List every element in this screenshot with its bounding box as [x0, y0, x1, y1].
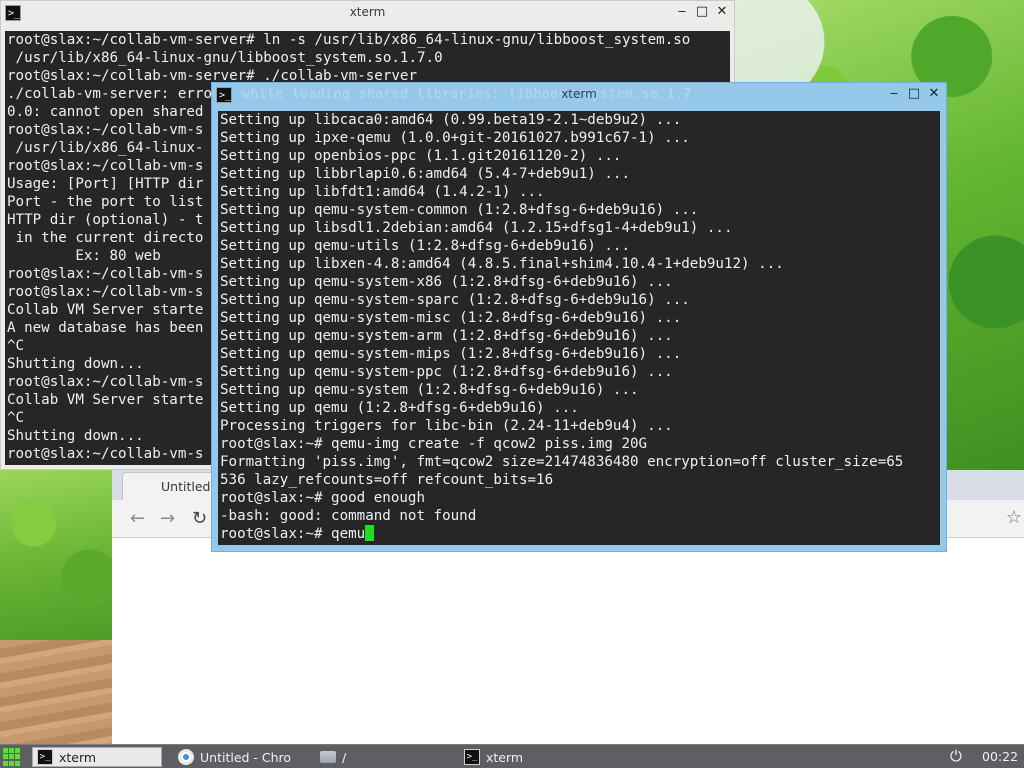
wallpaper-leaves-left	[0, 470, 112, 650]
taskbar-item-label: xterm	[486, 749, 524, 765]
terminal-line: root@slax:~# qemu-img create -f qcow2 pi…	[220, 436, 648, 452]
window-title: xterm	[349, 5, 386, 19]
minimize-button[interactable]: ‒	[674, 4, 690, 20]
terminal-line: Setting up qemu-system-common (1:2.8+dfs…	[220, 202, 699, 218]
terminal-output[interactable]: Setting up libcaca0:amd64 (0.99.beta19-2…	[218, 111, 940, 545]
taskbar-item-xterm[interactable]: >_ xterm	[460, 747, 590, 767]
terminal-line: root@slax:~/collab-vm-server# ln -s /usr…	[7, 32, 691, 48]
terminal-icon: >_	[464, 749, 480, 765]
terminal-line: /usr/lib/x86_64-linux-gnu/libboost_syste…	[7, 50, 443, 66]
maximize-button[interactable]: □	[906, 86, 922, 102]
terminal-line: Setting up libfdt1:amd64 (1.4.2-1) ...	[220, 184, 545, 200]
terminal-line: Setting up qemu-system-misc (1:2.8+dfsg-…	[220, 310, 682, 326]
taskbar-item-label: /	[342, 749, 347, 765]
terminal-line: Setting up qemu-system-mips (1:2.8+dfsg-…	[220, 346, 682, 362]
terminal-line: 536 lazy_refcounts=off refcount_bits=16	[220, 472, 554, 488]
terminal-line: Setting up qemu (1:2.8+dfsg-6+deb9u16) .…	[220, 400, 579, 416]
window-titlebar[interactable]: >_ xterm ‒ □ ✕	[1, 1, 734, 25]
terminal-line: Setting up qemu-system-ppc (1:2.8+dfsg-6…	[220, 364, 673, 380]
taskbar: >_ xterm Untitled - Chro / >_ xterm ⏻ 00…	[0, 744, 1024, 768]
terminal-line: Setting up libbrlapi0.6:amd64 (5.4-7+deb…	[220, 166, 630, 182]
taskbar-item-label: xterm	[59, 749, 97, 765]
terminal-icon: >_	[37, 749, 53, 765]
taskbar-item-xterm-active[interactable]: >_ xterm	[32, 747, 162, 767]
clock[interactable]: 00:22	[982, 749, 1018, 764]
terminal-line: Setting up libxen-4.8:amd64 (4.8.5.final…	[220, 256, 784, 272]
chrome-tab-title: Untitled	[161, 479, 211, 494]
power-icon[interactable]: ⏻	[950, 747, 962, 765]
terminal-line: Setting up qemu-system-arm (1:2.8+dfsg-6…	[220, 328, 673, 344]
terminal-line: Setting up libsdl1.2debian:amd64 (1.2.15…	[220, 220, 733, 236]
xterm-window-front[interactable]: >_ while loading shared libraries: libbo…	[211, 82, 947, 552]
close-button[interactable]: ✕	[714, 4, 730, 20]
terminal-line: -bash: good: command not found	[220, 508, 477, 524]
terminal-line: Formatting 'piss.img', fmt=qcow2 size=21…	[220, 454, 904, 470]
terminal-line: Setting up openbios-ppc (1.1.git20161120…	[220, 148, 622, 164]
prompt-text: root@slax:~# qemu	[220, 526, 366, 542]
terminal-line: Setting up qemu-utils (1:2.8+dfsg-6+deb9…	[220, 238, 630, 254]
start-menu-icon[interactable]	[3, 748, 21, 766]
terminal-line: Setting up ipxe-qemu (1.0.0+git-20161027…	[220, 130, 690, 146]
terminal-line: Setting up qemu-system-x86 (1:2.8+dfsg-6…	[220, 274, 673, 290]
terminal-line: root@slax:~# good enough	[220, 490, 425, 506]
taskbar-item-label: Untitled - Chro	[200, 749, 292, 765]
wallpaper-wood-deck	[0, 640, 112, 744]
terminal-line: Setting up qemu-system-sparc (1:2.8+dfsg…	[220, 292, 690, 308]
window-title: xterm	[561, 87, 597, 101]
star-icon[interactable]: ☆	[1006, 507, 1022, 528]
back-arrow-icon[interactable]: ←	[130, 508, 145, 529]
forward-arrow-icon[interactable]: →	[160, 508, 175, 529]
terminal-prompt-line[interactable]: root@slax:~# qemu	[220, 525, 938, 543]
terminal-line: Setting up qemu-system (1:2.8+dfsg-6+deb…	[220, 382, 639, 398]
chrome-icon	[178, 749, 194, 765]
window-titlebar[interactable]: >_ while loading shared libraries: libbo…	[212, 83, 946, 107]
reload-icon[interactable]: ↻	[192, 508, 207, 529]
taskbar-item-chrome[interactable]: Untitled - Chro	[174, 747, 304, 767]
maximize-button[interactable]: □	[694, 4, 710, 20]
minimize-button[interactable]: ‒	[886, 86, 902, 102]
terminal-line: Processing triggers for libc-bin (2.24-1…	[220, 418, 673, 434]
terminal-cursor	[365, 525, 375, 541]
close-button[interactable]: ✕	[926, 86, 942, 102]
taskbar-item-folder[interactable]: /	[316, 747, 446, 767]
folder-icon	[320, 751, 336, 763]
terminal-line: Setting up libcaca0:amd64 (0.99.beta19-2…	[220, 112, 682, 128]
